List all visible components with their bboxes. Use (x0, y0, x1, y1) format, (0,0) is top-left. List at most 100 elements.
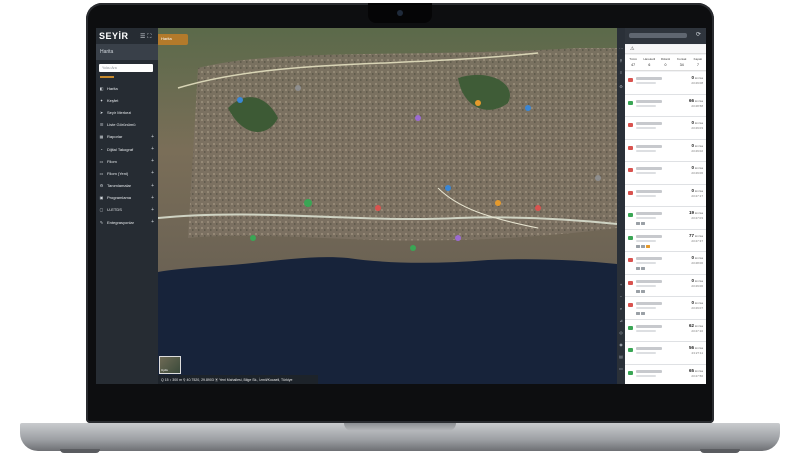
logo[interactable]: SEYİR (99, 31, 129, 41)
search-input[interactable]: Yolcu Ara (99, 64, 153, 72)
laptop-groove (344, 423, 456, 431)
hamburger-icon[interactable]: ☰ (140, 34, 145, 40)
vehicle-row[interactable]: 0 km/sa 23:29:00 (625, 274, 706, 297)
expand-plus-icon[interactable]: + (151, 158, 154, 164)
sidebar-item[interactable]: ☰ Liste Görünümü (96, 119, 158, 131)
sidebar-item[interactable]: ▦ Raporlar + (96, 131, 158, 143)
stat-value: 7 (696, 63, 699, 67)
sidebar-item[interactable]: ⚙ Tanımlamalar + (96, 180, 158, 192)
settings-icon[interactable]: ⚙ (618, 84, 624, 90)
truck-icon: ▭ (99, 170, 104, 176)
vehicle-row[interactable]: 77 km/sa 23:27:37 (625, 229, 706, 252)
eye-icon[interactable]: ◉ (618, 342, 624, 348)
more-icon[interactable]: ⋯ (618, 46, 624, 52)
expand-plus-icon[interactable]: + (151, 195, 154, 201)
vehicle-name-redacted (636, 77, 662, 80)
vehicle-speed: 0 (691, 300, 694, 305)
vehicle-driver-redacted (636, 329, 656, 332)
vehicle-stats: Tümü 47 Hareketli 6 Rölanti 0 Kontak 34 Kapalı 7 (625, 55, 706, 71)
vehicle-driver-redacted (636, 217, 656, 219)
vehicle-speed: 77 (688, 232, 694, 238)
vehicle-status-icon (628, 303, 633, 307)
vehicle-driver-redacted (636, 172, 656, 174)
satellite-map[interactable] (158, 28, 617, 384)
vehicle-row[interactable]: 0 km/sa 23:29:08 (625, 72, 706, 95)
vehicle-speed: 0 (691, 187, 694, 193)
stat-filter[interactable]: Rölanti 0 (657, 55, 673, 70)
stat-filter[interactable]: Tümü 47 (625, 55, 641, 70)
user-chip[interactable] (629, 33, 687, 38)
sidebar-item[interactable]: ▣ Programlama + (96, 192, 158, 204)
vehicle-row[interactable]: 19 km/sa 23:27:03 (625, 207, 706, 230)
sidebar-item[interactable]: ▭ Filom (Yeni) + (96, 167, 158, 179)
zoom-out-icon[interactable]: − (618, 294, 624, 300)
sidebar-item[interactable]: ▢ U-ETDS + (96, 204, 158, 216)
vehicle-name-redacted (636, 324, 662, 328)
truck-icon: ▭ (99, 158, 104, 164)
sidebar-top-icons: ☰ ⛶ (140, 33, 151, 41)
vehicle-status-icon (628, 190, 633, 195)
expand-plus-icon[interactable]: + (151, 134, 154, 140)
ruler-icon[interactable]: ⊿ (618, 318, 624, 324)
vehicle-row[interactable]: 0 km/sa 23:29:07 (625, 297, 706, 320)
stat-filter[interactable]: Kapalı 7 (690, 55, 706, 70)
expand-plus-icon[interactable]: + (151, 170, 154, 176)
basemap-switcher[interactable]: Uydu (159, 356, 181, 374)
vehicle-speed-unit: km/sa (694, 256, 703, 260)
map-tab[interactable]: Harita (158, 34, 188, 45)
search-map-icon[interactable]: ⌕ (618, 306, 624, 312)
stat-filter[interactable]: Hareketli 6 (641, 55, 657, 70)
vehicle-speed-unit: km/sa (694, 368, 703, 373)
vehicle-row[interactable]: 65 km/sa 23:27:50 (625, 364, 706, 384)
sidebar-item[interactable]: ➤ Seyir Merkezi (96, 106, 158, 118)
vehicle-row[interactable]: 0 km/sa 23:28:00 (625, 252, 706, 275)
sidebar-item[interactable]: ▭ Filom + (96, 155, 158, 167)
vehicle-status-icon (628, 348, 633, 352)
truck-icon[interactable]: ▭ (618, 366, 624, 372)
refresh-icon[interactable]: ⟳ (696, 31, 701, 38)
vehicle-row[interactable]: 0 km/sa 23:27:17 (625, 184, 706, 207)
alert-row[interactable]: ⚠ (625, 45, 706, 54)
filter-icon[interactable]: ⚲ (618, 58, 624, 64)
vehicle-row[interactable]: 62 km/sa 23:27:10 (625, 319, 706, 342)
expand-plus-icon[interactable]: + (151, 207, 154, 213)
map-view[interactable]: Harita Uydu Q 15 ↕ 300 m ⚲ 40.7520, 29.8… (158, 28, 617, 384)
vehicle-driver-redacted (636, 104, 656, 107)
bus-icon: ▢ (99, 207, 104, 213)
vehicle-row[interactable]: 0 km/sa 23:29:06 (625, 162, 706, 185)
sidebar-item[interactable]: ✦ Keşfet (96, 94, 158, 106)
report-icon: ▦ (99, 134, 104, 140)
map-status-bar: Q 15 ↕ 300 m ⚲ 40.7520, 29.8903 ⦿ Yeni M… (158, 375, 318, 384)
vehicle-badges (636, 222, 645, 225)
stat-filter[interactable]: Kontak 34 (674, 55, 690, 70)
vehicle-speed: 65 (688, 367, 694, 373)
sidebar-item-label: Liste Görünümü (107, 122, 136, 128)
stat-value: 34 (679, 63, 684, 67)
vehicle-timestamp: 23:27:37 (691, 238, 703, 243)
vehicle-status-icon (628, 100, 633, 105)
target-icon[interactable]: ◎ (618, 330, 624, 336)
vehicle-row[interactable]: 66 km/sa 23:28:58 (625, 94, 706, 117)
vehicle-timestamp: 23:27:03 (691, 216, 703, 220)
vehicle-speed-unit: km/sa (694, 76, 703, 80)
calendar-icon: ▣ (99, 195, 104, 201)
expand-icon[interactable]: ⛶ (147, 34, 151, 40)
vehicle-driver-redacted (636, 262, 656, 264)
sidebar-item[interactable]: ✎ Entegrasyonlar + (96, 216, 158, 228)
vehicle-speed-unit: km/sa (694, 166, 703, 170)
layers-icon[interactable]: ≡ (618, 70, 624, 76)
sidebar-item[interactable]: ◧ Harita (96, 82, 158, 94)
laptop-foot-right (700, 449, 740, 453)
sidebar-item-label: Entegrasyonlar (107, 219, 134, 225)
sidebar-item[interactable]: ◔ Dijital Takograf + (96, 143, 158, 155)
expand-plus-icon[interactable]: + (151, 219, 154, 225)
stat-value: 0 (664, 63, 667, 67)
zoom-in-icon[interactable]: + (618, 282, 624, 288)
vehicle-row[interactable]: 56 km/sa 23:27:11 (625, 342, 706, 365)
vehicle-row[interactable]: 0 km/sa 23:29:03 (625, 117, 706, 140)
vehicle-name-redacted (636, 122, 662, 125)
vehicle-row[interactable]: 0 km/sa 23:29:02 (625, 139, 706, 162)
trash-icon[interactable]: ▤ (618, 354, 624, 360)
expand-plus-icon[interactable]: + (151, 183, 154, 189)
expand-plus-icon[interactable]: + (151, 146, 154, 152)
